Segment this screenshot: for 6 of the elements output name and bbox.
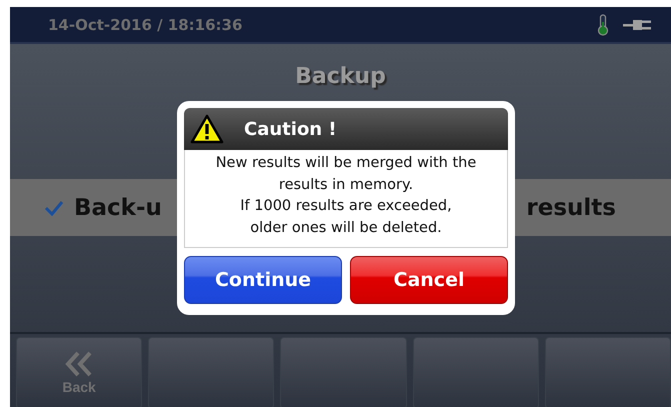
date-time: 14-Oct-2016 / 18:16:36 <box>48 16 242 34</box>
dialog-message: New results will be merged with the results in memory. If 1000 results are exceeded, older ones will be deleted. <box>184 150 508 248</box>
option-label: results <box>526 194 616 220</box>
option-label: Back-u <box>74 194 162 220</box>
dialog-title: Caution ! <box>244 118 337 140</box>
screen-title: Backup <box>295 64 386 91</box>
